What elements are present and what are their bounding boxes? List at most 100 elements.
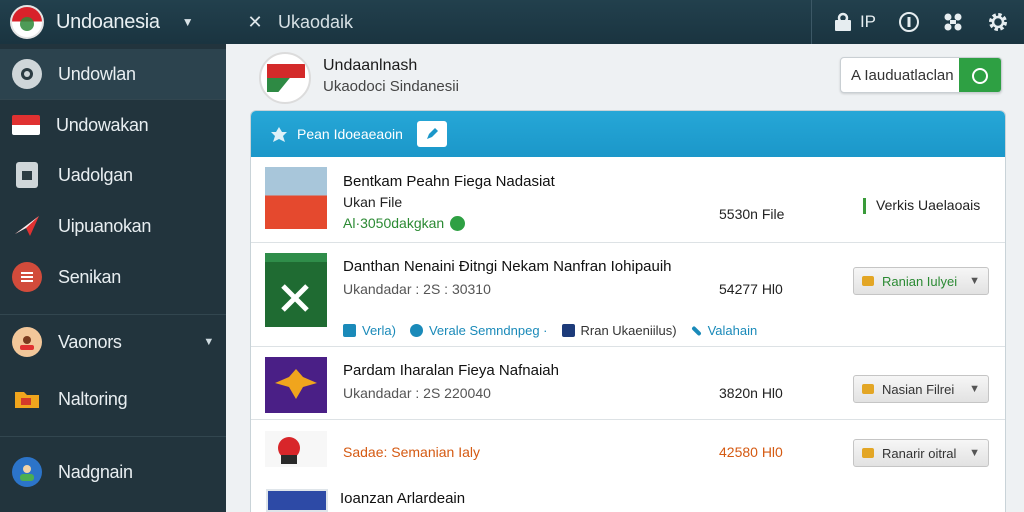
- action-label: Nasian Filrei: [882, 381, 955, 397]
- chevron-down-icon[interactable]: ▼: [182, 15, 194, 29]
- sidebar-item-6[interactable]: Naltoring: [0, 374, 226, 424]
- sidebar-item-label: Naltoring: [58, 388, 128, 409]
- footer-thumbnail: [266, 489, 328, 512]
- page-title: Undaanlnash: [323, 57, 418, 74]
- brand-menu[interactable]: Undoanesia ▼: [0, 0, 226, 44]
- file-thumbnail: [265, 167, 327, 229]
- sidebar-item-5[interactable]: Vaonors ▼: [0, 317, 226, 367]
- sidebar-item-0[interactable]: Undowlan: [0, 49, 226, 99]
- row-link[interactable]: Valahain: [690, 323, 758, 338]
- row-link[interactable]: Rran Ukaeniilus): [561, 323, 677, 338]
- folder-icon: [862, 448, 874, 458]
- status-text: Verkis Uaelaoais: [876, 197, 981, 213]
- lock-icon: [561, 324, 575, 337]
- chat-icon: [12, 59, 42, 89]
- action-label: Ranarir oitral: [882, 445, 957, 461]
- app-logo: [259, 52, 311, 104]
- panel-edit-button[interactable]: [417, 121, 447, 147]
- row-action-dropdown[interactable]: Ranarir oitral ▼: [853, 439, 989, 467]
- sidebar-divider: [0, 314, 226, 315]
- confirm-icon: [972, 68, 988, 84]
- file-subtitle: Ukan File: [343, 194, 403, 210]
- toolbar-divider: [810, 0, 812, 44]
- sidebar-item-label: Nadgnain: [58, 461, 133, 482]
- file-title[interactable]: Sadae: Semanian Ialy: [343, 444, 480, 460]
- file-thumbnail: [265, 357, 327, 413]
- person-icon: [12, 327, 42, 357]
- close-icon[interactable]: ✕: [240, 12, 270, 33]
- chevron-down-icon: ▼: [969, 447, 980, 459]
- row-action-dropdown[interactable]: Nasian Filrei ▼: [853, 375, 989, 403]
- flag-logo-icon: [10, 5, 44, 39]
- sidebar-item-label: Uipuanokan: [58, 215, 152, 236]
- logo-band: [267, 78, 290, 92]
- panel-header-icon: [269, 125, 289, 148]
- panel-header: Pean Idoeaeaoin: [251, 111, 1005, 157]
- gear-icon[interactable]: [986, 10, 1010, 34]
- file-meta: Ukandadar : 2S : 30310: [343, 281, 491, 297]
- file-panel: Pean Idoeaeaoin Bentkam Peahn Fiega Nada…: [250, 110, 1006, 512]
- shield-icon: [832, 12, 854, 32]
- sidebar-item-1[interactable]: Undowakan: [0, 100, 226, 150]
- info-icon[interactable]: [898, 11, 920, 33]
- row-divider: [251, 242, 1005, 243]
- folder-icon: [862, 384, 874, 394]
- sidebar-item-label: Senikan: [58, 266, 121, 287]
- status-indicator: [863, 198, 866, 215]
- paper-plane-icon: [12, 211, 42, 241]
- file-meta: Al·3050dakgkan: [343, 215, 466, 231]
- file-size: 3820n Hl0: [719, 385, 783, 401]
- ip-button[interactable]: IP: [832, 12, 876, 32]
- sidebar-item-label: Undowlan: [58, 63, 136, 84]
- link-icon: [409, 324, 423, 337]
- folder-icon: [12, 384, 42, 414]
- file-meta: Ukandadar : 2S 220040: [343, 385, 491, 401]
- upload-control[interactable]: A Iauduatlaclan: [840, 57, 1002, 93]
- sidebar-item-label: Undowakan: [56, 114, 149, 135]
- folder-icon: [862, 276, 874, 286]
- file-title[interactable]: Pardam Iharalan Fieya Nafnaiah: [343, 362, 559, 379]
- file-title[interactable]: Bentkam Peahn Fiega Nadasiat: [343, 173, 555, 190]
- file-title[interactable]: Danthan Nenaini Ðitngi Nekam Nanfran Ioh…: [343, 258, 672, 275]
- action-label: Ranian Iulyei: [882, 273, 958, 289]
- chevron-down-icon[interactable]: ▼: [203, 336, 214, 348]
- sidebar: Undowlan Undowakan Uadolgan Uipuanokan S…: [0, 44, 226, 512]
- row-link-label: Verla): [362, 323, 396, 338]
- page-subtitle: Ukaodoci Sindanesii: [323, 78, 459, 95]
- row-action-dropdown[interactable]: Ranian Iulyei ▼: [853, 267, 989, 295]
- sidebar-item-label: Uadolgan: [58, 164, 133, 185]
- row-link-label: Rran Ukaeniilus): [580, 323, 677, 338]
- logo-band: [267, 64, 305, 78]
- main-content: Undaanlnash Ukaodoci Sindanesii A Iaudua…: [226, 44, 1024, 512]
- row-link-label: Valahain: [707, 323, 758, 338]
- info-icon: [450, 215, 466, 231]
- row-link[interactable]: Verla): [343, 323, 396, 338]
- upload-go-button[interactable]: [959, 58, 1001, 92]
- sidebar-item-label: Vaonors: [58, 331, 122, 352]
- sidebar-item-4[interactable]: Senikan: [0, 252, 226, 302]
- toolbar-right: IP: [810, 0, 1024, 44]
- sidebar-item-7[interactable]: Nadgnain: [0, 447, 226, 497]
- file-meta-text: Al·3050dakgkan: [343, 215, 445, 231]
- row-links: Verla) Verale Semndnpeg · Rran Ukaeniilu…: [343, 323, 771, 338]
- link-icon: [343, 324, 356, 337]
- top-bar: Undoanesia ▼ ✕ Ukaodaik IP: [0, 0, 1024, 44]
- file-thumbnail: [265, 431, 327, 467]
- row-divider: [251, 346, 1005, 347]
- edit-icon: [427, 128, 438, 139]
- sidebar-item-2[interactable]: Uadolgan: [0, 150, 226, 200]
- ip-label: IP: [859, 12, 876, 31]
- row-divider: [251, 419, 1005, 420]
- file-size: 54277 Hl0: [719, 281, 783, 297]
- sidebar-item-3[interactable]: Uipuanokan: [0, 201, 226, 251]
- menu-icon: [12, 262, 42, 292]
- footer-title[interactable]: Ioanzan Arlardeain: [340, 490, 465, 507]
- share-icon[interactable]: [942, 11, 964, 33]
- document-icon: [16, 162, 38, 188]
- status-badge: Verkis Uaelaoais: [863, 197, 981, 215]
- avatar-icon: [12, 457, 42, 487]
- window-title: Ukaodaik: [278, 11, 354, 32]
- chevron-down-icon: ▼: [969, 275, 980, 287]
- row-link[interactable]: Verale Semndnpeg ·: [409, 323, 548, 338]
- sidebar-divider: [0, 436, 226, 437]
